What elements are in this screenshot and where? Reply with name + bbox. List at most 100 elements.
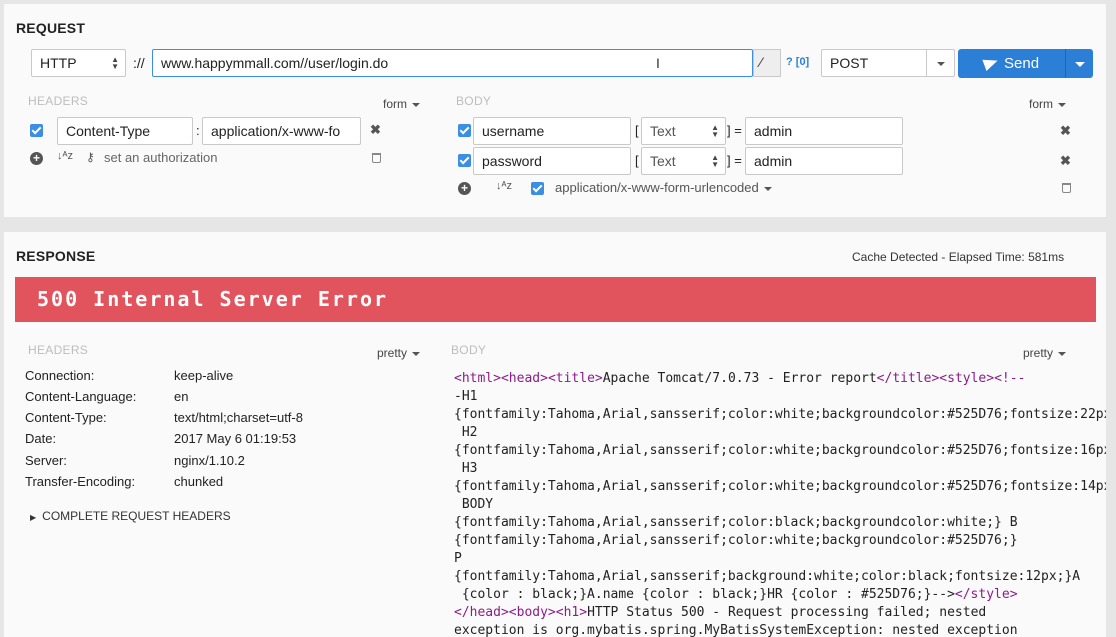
chevron-down-icon [1058,102,1066,107]
sort-az-icon[interactable]: ↓ᴬᴢ [496,180,512,192]
trash-icon[interactable] [1062,183,1071,193]
caret-right-icon: ▶ [30,513,37,522]
sort-az-icon[interactable]: ↓ᴬᴢ [57,150,73,162]
code-line: {color : black;}A.name {color : black;}H… [454,587,1018,602]
response-header-value: en [174,389,189,404]
header-name-value: Content-Type [66,123,151,139]
paper-plane-icon [982,54,1000,72]
request-body-label: BODY [456,94,492,108]
response-body-mode-label: pretty [1023,346,1054,360]
add-body-field-icon[interactable]: + [458,182,471,195]
body-field-value-value: admin [754,153,793,169]
header-name-input[interactable]: Content-Type [57,117,193,145]
response-header-value: keep-alive [174,368,234,383]
request-title: REQUEST [16,20,86,36]
select-arrows-icon: ▲ ▼ [711,153,719,169]
code-line: {fontfamily:Tahoma,Arial,sansserif;color… [454,533,1018,548]
complete-request-headers-toggle[interactable]: ▶ COMPLETE REQUEST HEADERS [30,509,231,523]
send-button[interactable]: Send [958,49,1093,78]
code-line: BODY [454,497,494,512]
select-arrows-icon: ▲ ▼ [711,123,719,139]
cache-info: Cache Detected - Elapsed Time: 581ms [852,250,1065,264]
add-header-icon[interactable]: + [30,152,43,165]
body-field-value-input[interactable]: admin [745,147,903,175]
magic-wand-icon: ⁄ [760,54,763,70]
code-line: </head><body><h1>HTTP Status 500 - Reque… [454,605,987,620]
body-field-name-value: password [482,153,542,169]
method-select[interactable]: POST [821,49,955,77]
protocol-value: HTTP [40,55,77,71]
header-colon: : [196,123,200,138]
header-value-input[interactable]: application/x-www-fo [202,117,361,145]
code-line: {fontfamily:Tahoma,Arial,sansserif;backg… [454,569,1081,584]
send-split-divider [1065,49,1066,78]
request-panel: REQUEST HTTP ▲ ▼ :// www.happymmall.com//… [4,4,1106,217]
content-type-dropdown[interactable]: application/x-www-form-urlencoded [555,180,772,195]
status-banner: 500 Internal Server Error [15,277,1096,322]
body-field-type-value: Text [650,153,676,169]
params-link[interactable]: ? [0] [786,56,809,68]
bracket-open: [ [635,123,639,138]
header-value-value: application/x-www-fo [211,123,341,139]
content-type-checkbox[interactable] [531,182,544,195]
body-field-checkbox[interactable] [458,124,471,137]
magic-wand-button[interactable]: ⁄ [753,49,781,77]
response-header-value: nginx/1.10.2 [174,453,245,468]
request-headers-label: HEADERS [28,94,89,108]
response-body-mode[interactable]: pretty [1023,346,1067,360]
chevron-down-icon[interactable] [1075,62,1085,67]
response-headers-label: HEADERS [28,343,89,357]
trash-icon[interactable] [372,153,381,163]
code-line: {fontfamily:Tahoma,Arial,sansserif;color… [454,407,1106,422]
body-field-checkbox[interactable] [458,154,471,167]
complete-headers-label: COMPLETE REQUEST HEADERS [42,509,231,523]
key-icon: ⚷ [86,150,95,164]
content-type-value: application/x-www-form-urlencoded [555,180,759,195]
response-title: RESPONSE [16,248,96,264]
response-header-value: text/html;charset=utf-8 [174,410,303,425]
body-field-value-value: admin [754,123,793,139]
method-divider [926,50,927,76]
bracket-close-equals: ] = [727,153,742,168]
body-field-type-select[interactable]: Text ▲ ▼ [641,147,726,175]
code-line: P [454,551,462,566]
request-body-mode-label: form [1029,97,1053,111]
response-header-key: Server: [25,453,67,468]
url-input[interactable]: www.happymmall.com//user/login.do I [152,49,753,77]
set-authorization-link[interactable]: set an authorization [104,150,217,165]
response-headers-mode[interactable]: pretty [377,346,421,360]
remove-body-field-icon[interactable]: ✖ [1060,123,1071,139]
code-line: <html><head><title>Apache Tomcat/7.0.73 … [454,371,1026,386]
remove-header-icon[interactable]: ✖ [370,122,381,138]
request-body-mode[interactable]: form [1029,97,1066,111]
send-label: Send [1004,55,1040,72]
body-field-type-select[interactable]: Text ▲ ▼ [641,117,726,145]
response-header-value: 2017 May 6 01:19:53 [174,431,297,446]
response-header-key: Connection: [25,368,95,383]
response-header-key: Content-Language: [25,389,137,404]
response-body-label: BODY [451,343,487,357]
select-arrows-icon: ▲ ▼ [111,55,119,71]
chevron-down-icon [412,351,421,356]
chevron-down-icon [412,102,420,107]
response-header-key: Transfer-Encoding: [25,474,136,489]
bracket-close-equals: ] = [727,123,742,138]
response-header-key: Date: [25,431,57,446]
request-headers-mode[interactable]: form [383,97,420,111]
response-body-code: <html><head><title>Apache Tomcat/7.0.73 … [454,370,1106,637]
response-panel: RESPONSE Cache Detected - Elapsed Time: … [4,232,1106,637]
body-field-value-input[interactable]: admin [745,117,903,145]
header-enable-checkbox[interactable] [30,124,43,137]
remove-body-field-icon[interactable]: ✖ [1060,153,1071,169]
chevron-down-icon [937,62,945,66]
code-line: {fontfamily:Tahoma,Arial,sansserif;color… [454,515,1018,530]
response-headers-mode-label: pretty [377,346,408,360]
code-line: exception is org.mybatis.spring.MyBatisS… [454,623,1018,637]
body-field-name-input[interactable]: username [473,117,631,145]
body-field-name-input[interactable]: password [473,147,631,175]
body-field-name-value: username [482,123,545,139]
code-line: -H1 [454,389,478,404]
protocol-select[interactable]: HTTP ▲ ▼ [31,49,126,77]
response-header-value: chunked [174,474,224,489]
code-line: H2 [454,425,478,440]
